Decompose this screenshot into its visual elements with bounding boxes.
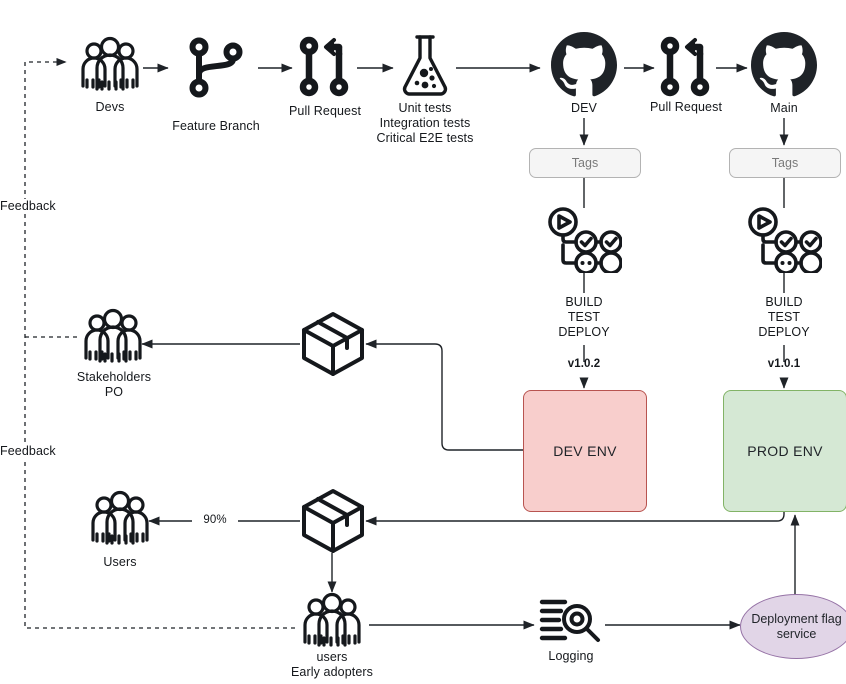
package-box-icon xyxy=(302,312,364,376)
node-pipeline-main[interactable] xyxy=(746,207,822,273)
git-branch-icon xyxy=(189,37,243,98)
node-users[interactable] xyxy=(88,490,152,552)
git-pull-request-icon xyxy=(299,36,349,97)
git-pull-request-icon xyxy=(660,36,710,97)
node-feature-branch-label: Feature Branch xyxy=(172,119,260,133)
prod-env-label: PROD ENV xyxy=(747,443,823,459)
flask-icon xyxy=(402,35,448,96)
log-search-icon xyxy=(539,599,600,642)
version-label-dev: v1.0.2 xyxy=(567,358,601,370)
node-stakeholders[interactable] xyxy=(81,308,145,370)
pipeline-icon xyxy=(748,207,822,273)
deployment-flag-service-label: Deployment flag service xyxy=(751,611,842,641)
node-users-label: Users xyxy=(103,555,137,569)
node-main-repo[interactable] xyxy=(749,30,819,100)
tags-box-dev-label: Tags xyxy=(571,156,599,170)
github-icon xyxy=(751,32,817,97)
rollout-percent-label: 90% xyxy=(192,513,238,528)
pipeline-dev-stages-label: BUILD TEST DEPLOY xyxy=(558,295,610,339)
node-main-repo-label: Main xyxy=(770,101,798,115)
people-group-icon xyxy=(84,308,142,363)
node-pull-request-1[interactable] xyxy=(297,34,353,98)
node-deployment-flag-service[interactable]: Deployment flag service xyxy=(740,594,846,659)
dev-env-box[interactable]: DEV ENV xyxy=(523,390,647,512)
node-pull-request-2-label: Pull Request xyxy=(649,100,723,114)
node-devs[interactable] xyxy=(78,36,142,98)
tags-box-main-label: Tags xyxy=(771,156,799,170)
feedback-label-bottom: Feedback xyxy=(0,444,70,459)
feedback-label-top: Feedback xyxy=(0,199,70,214)
pipeline-main-stages-label: BUILD TEST DEPLOY xyxy=(758,295,810,339)
node-tests-label: Unit tests Integration tests Critical E2… xyxy=(376,101,474,145)
diagram-canvas: Devs Feature Branch Pull Request Unit te… xyxy=(0,0,846,684)
dev-env-label: DEV ENV xyxy=(553,443,617,459)
prod-env-box[interactable]: PROD ENV xyxy=(723,390,846,512)
node-dev-repo-label: DEV xyxy=(570,101,597,115)
node-early-adopters[interactable] xyxy=(300,592,364,654)
node-pull-request-2[interactable] xyxy=(658,34,714,98)
version-label-main: v1.0.1 xyxy=(767,358,801,370)
node-pipeline-dev[interactable] xyxy=(546,207,622,273)
package-box-icon xyxy=(302,489,364,553)
node-logging-label: Logging xyxy=(548,649,594,663)
node-package-bottom[interactable] xyxy=(300,487,366,555)
people-group-icon xyxy=(303,592,361,647)
people-group-icon xyxy=(91,490,149,545)
pipeline-icon xyxy=(548,207,622,273)
people-group-icon xyxy=(81,36,139,91)
tags-box-dev[interactable]: Tags xyxy=(529,148,641,178)
node-devs-label: Devs xyxy=(95,100,125,114)
tags-box-main[interactable]: Tags xyxy=(729,148,841,178)
node-early-adopters-label: users Early adopters xyxy=(291,650,373,679)
node-stakeholders-label: Stakeholders PO xyxy=(76,370,152,399)
node-logging[interactable] xyxy=(539,597,603,645)
node-tests[interactable] xyxy=(398,32,452,98)
github-icon xyxy=(551,32,617,97)
node-dev-repo[interactable] xyxy=(549,30,619,100)
node-package-top[interactable] xyxy=(300,310,366,378)
node-feature-branch[interactable] xyxy=(186,36,246,98)
